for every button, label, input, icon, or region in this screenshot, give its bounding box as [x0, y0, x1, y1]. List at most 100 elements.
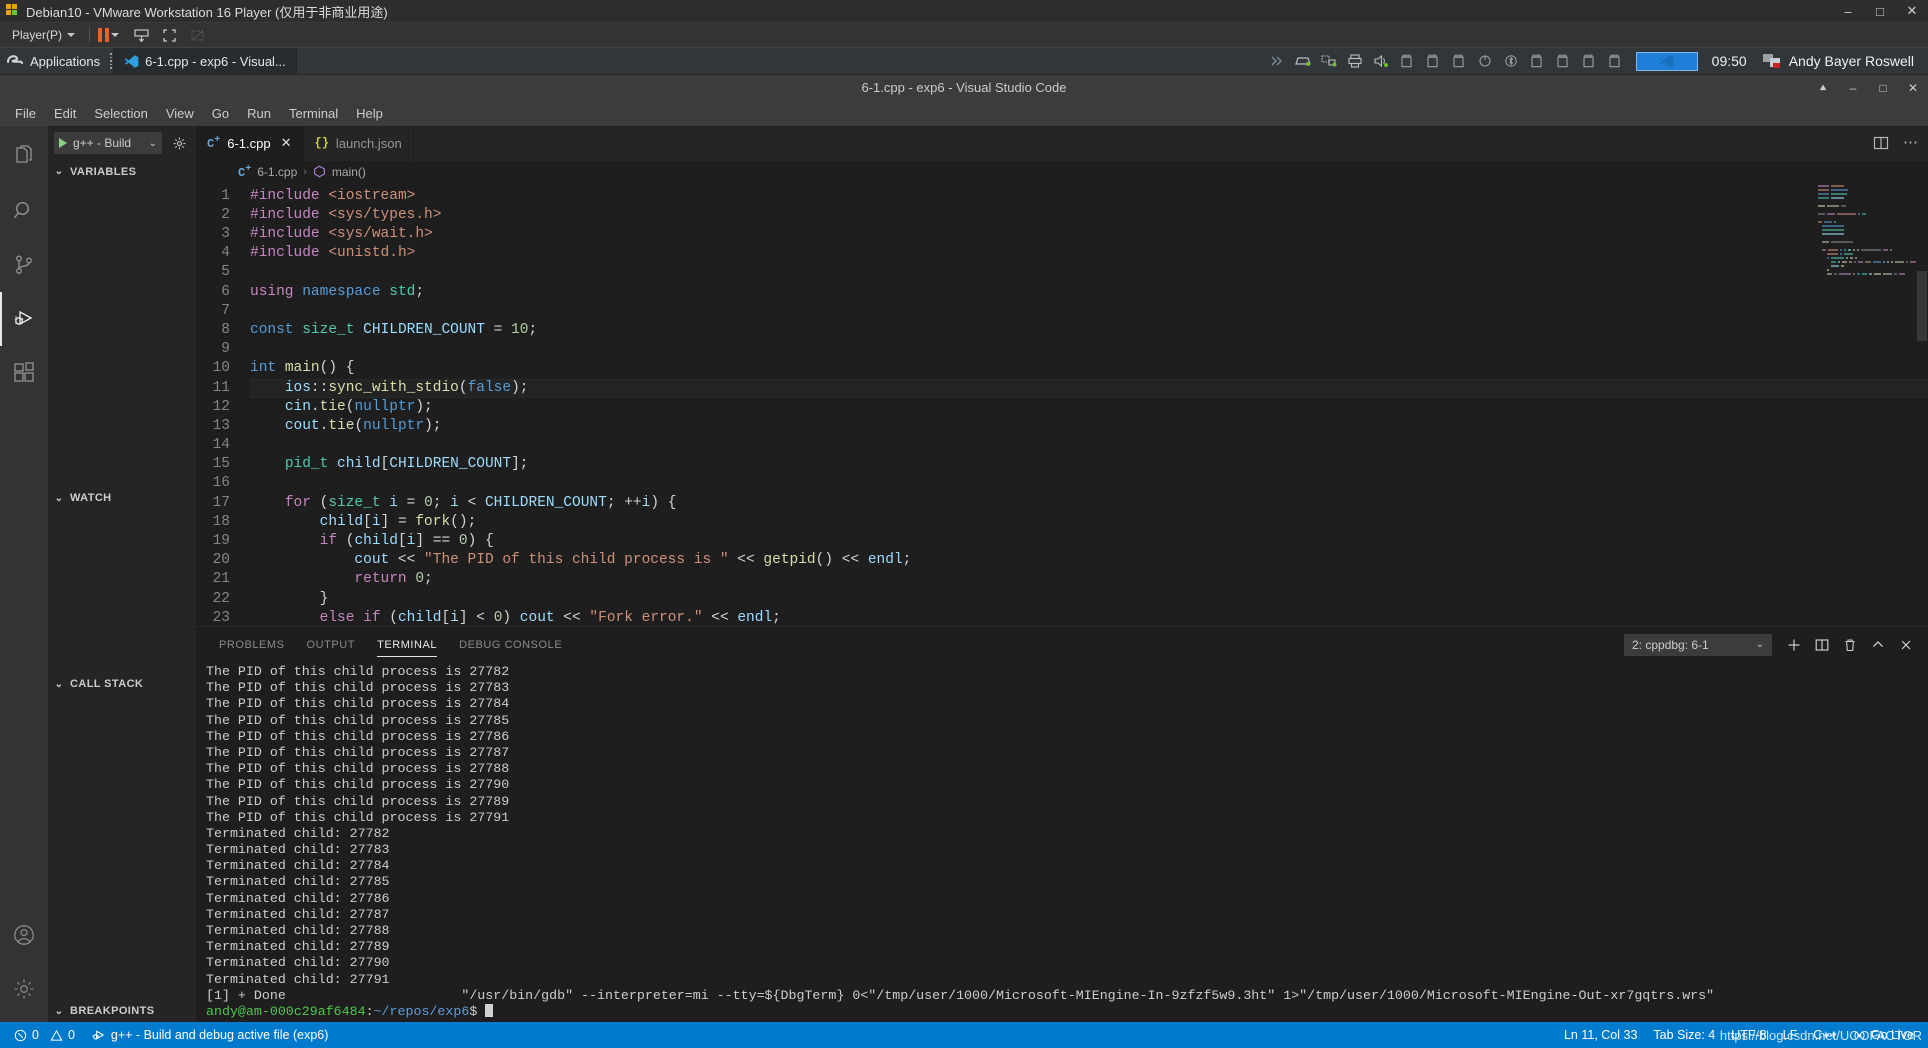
code-line[interactable]: if (child[i] == 0) { — [250, 532, 1928, 551]
window-preview-thumbnail[interactable] — [1635, 51, 1698, 71]
code-line[interactable]: } — [250, 590, 1928, 609]
code-line[interactable]: pid_t child[CHILDREN_COUNT]; — [250, 455, 1928, 474]
sidebar-item-explorer[interactable] — [0, 130, 48, 184]
split-terminal-button[interactable] — [1808, 632, 1836, 658]
battery-icon[interactable] — [1602, 51, 1628, 71]
tab-terminal[interactable]: TERMINAL — [366, 627, 448, 662]
status-go-live[interactable]: Go Live — [1845, 1022, 1922, 1048]
split-editor-icon[interactable] — [1873, 135, 1889, 151]
breadcrumb-file[interactable]: 6-1.cpp — [257, 165, 297, 179]
sidebar-item-source-control[interactable] — [0, 238, 48, 292]
battery-icon[interactable] — [1446, 51, 1472, 71]
vscode-minimize-button[interactable]: – — [1838, 75, 1868, 101]
scrollbar-thumb[interactable] — [1917, 270, 1927, 341]
battery-icon[interactable] — [1550, 51, 1576, 71]
code-line[interactable]: #include <sys/wait.h> — [250, 225, 1928, 244]
menu-selection[interactable]: Selection — [85, 103, 156, 124]
menu-view[interactable]: View — [157, 103, 203, 124]
code-line[interactable]: return 0; — [250, 570, 1928, 589]
drive-icon[interactable] — [1290, 51, 1316, 71]
code-line[interactable]: const size_t CHILDREN_COUNT = 10; — [250, 321, 1928, 340]
minimap[interactable] — [1814, 184, 1916, 385]
vscode-close-button[interactable]: ✕ — [1898, 75, 1928, 101]
user-menu-label[interactable]: Andy Bayer Roswell — [1785, 53, 1928, 69]
watch-section-header[interactable]: ⌄ WATCH — [48, 487, 196, 509]
breadcrumb-symbol[interactable]: main() — [332, 165, 366, 179]
kill-terminal-button[interactable] — [1836, 632, 1864, 658]
menu-run[interactable]: Run — [238, 103, 280, 124]
menu-go[interactable]: Go — [203, 103, 238, 124]
code-line[interactable] — [250, 436, 1928, 455]
terminal-prompt[interactable]: andy@am-000c29af6484:~/repos/exp6$ — [206, 1003, 1928, 1020]
battery-icon[interactable] — [1394, 51, 1420, 71]
maximize-panel-button[interactable] — [1864, 632, 1892, 658]
start-debugging-icon[interactable] — [59, 138, 67, 149]
clock[interactable]: 09:50 — [1700, 53, 1759, 69]
code-line[interactable]: #include <iostream> — [250, 187, 1928, 206]
status-eol[interactable]: LF — [1775, 1022, 1806, 1048]
vmware-close-button[interactable]: ✕ — [1896, 0, 1928, 23]
terminal-instance-select[interactable]: 2: cppdbg: 6-1 ⌄ — [1624, 633, 1772, 656]
close-panel-button[interactable] — [1892, 632, 1920, 658]
code-line[interactable] — [250, 340, 1928, 359]
launch-configuration-select[interactable]: g++ - Build ⌄ — [54, 132, 162, 155]
taskbar-item-vscode[interactable]: 6-1.cpp - exp6 - Visual... — [113, 48, 297, 74]
status-tab-size[interactable]: Tab Size: 4 — [1645, 1022, 1723, 1048]
code-line[interactable]: else if (child[i] < 0) cout << "Fork err… — [250, 609, 1928, 626]
battery-icon[interactable] — [1524, 51, 1550, 71]
terminal-output[interactable]: The PID of this child process is 27782 Th… — [196, 662, 1928, 1022]
new-terminal-button[interactable] — [1780, 632, 1808, 658]
code-line[interactable]: int main() { — [250, 359, 1928, 378]
code-line[interactable]: #include <unistd.h> — [250, 244, 1928, 263]
sidebar-item-run-and-debug[interactable] — [0, 291, 48, 346]
menu-file[interactable]: File — [6, 103, 45, 124]
accounts-button[interactable] — [0, 908, 48, 962]
open-launch-json-button[interactable] — [168, 132, 190, 154]
breakpoints-section-header[interactable]: ⌄ BREAKPOINTS — [48, 1000, 196, 1022]
menu-edit[interactable]: Edit — [45, 103, 85, 124]
code-editor[interactable]: 1 2 3 4 5 6 7 8 9 10 11 12 13 14 15 16 17 18 19 20 21 22 23 #i… — [196, 182, 1928, 626]
power-icon[interactable] — [1472, 51, 1498, 71]
code-line[interactable]: ios::sync_with_stdio(false); — [250, 378, 1928, 398]
code-line[interactable]: cin.tie(nullptr); — [250, 398, 1928, 417]
battery-icon[interactable] — [1576, 51, 1602, 71]
code-line[interactable]: child[i] = fork(); — [250, 513, 1928, 532]
code-line[interactable]: #include <sys/types.h> — [250, 206, 1928, 225]
menu-help[interactable]: Help — [347, 103, 392, 124]
status-language-mode[interactable]: C++ — [1805, 1022, 1845, 1048]
code-line[interactable] — [250, 302, 1928, 321]
applications-menu-button[interactable]: Applications — [0, 48, 110, 74]
menu-terminal[interactable]: Terminal — [280, 103, 347, 124]
fullscreen-icon[interactable] — [155, 24, 183, 46]
tab-6-1-cpp[interactable]: C+ 6-1.cpp ✕ — [196, 125, 304, 161]
status-problems[interactable]: 0 0 — [6, 1022, 83, 1048]
pause-icon[interactable] — [98, 28, 110, 42]
code-line[interactable] — [250, 263, 1928, 282]
tab-launch-json[interactable]: {} launch.json — [303, 125, 414, 161]
bluetooth-icon[interactable] — [1498, 51, 1524, 71]
vscode-maximize-button[interactable]: □ — [1868, 75, 1898, 101]
vmware-maximize-button[interactable]: □ — [1864, 0, 1896, 23]
code-line[interactable]: using namespace std; — [250, 283, 1928, 302]
send-ctrl-alt-del-icon[interactable] — [127, 24, 155, 46]
more-actions-icon[interactable]: ⋯ — [1903, 135, 1918, 150]
sidebar-item-extensions[interactable] — [0, 346, 48, 400]
vmware-minimize-button[interactable]: – — [1832, 0, 1864, 23]
code-line[interactable]: for (size_t i = 0; i < CHILDREN_COUNT; +… — [250, 494, 1928, 513]
volume-icon[interactable] — [1368, 51, 1394, 71]
sidebar-item-search[interactable] — [0, 184, 48, 238]
code-content[interactable]: #include <iostream> #include <sys/types.h… — [244, 183, 1928, 626]
expand-icon[interactable] — [1264, 51, 1290, 71]
editor-scrollbar[interactable] — [1914, 183, 1928, 626]
status-encoding[interactable]: UTF-8 — [1723, 1022, 1774, 1048]
call-stack-section-header[interactable]: ⌄ CALL STACK — [48, 673, 196, 695]
code-line[interactable]: cout << "The PID of this child process i… — [250, 551, 1928, 570]
code-line[interactable] — [250, 474, 1928, 493]
pause-chevron-down-icon[interactable] — [111, 33, 120, 37]
variables-section-header[interactable]: ⌄ VARIABLES — [48, 161, 196, 183]
printer-icon[interactable] — [1342, 51, 1368, 71]
code-line[interactable]: cout.tie(nullptr); — [250, 417, 1928, 436]
chevron-down-icon[interactable]: ⌄ — [1756, 639, 1764, 650]
vmware-player-menu-button[interactable]: Player(P) — [6, 26, 81, 44]
vscode-restore-button[interactable]: ⯅ — [1808, 75, 1838, 101]
